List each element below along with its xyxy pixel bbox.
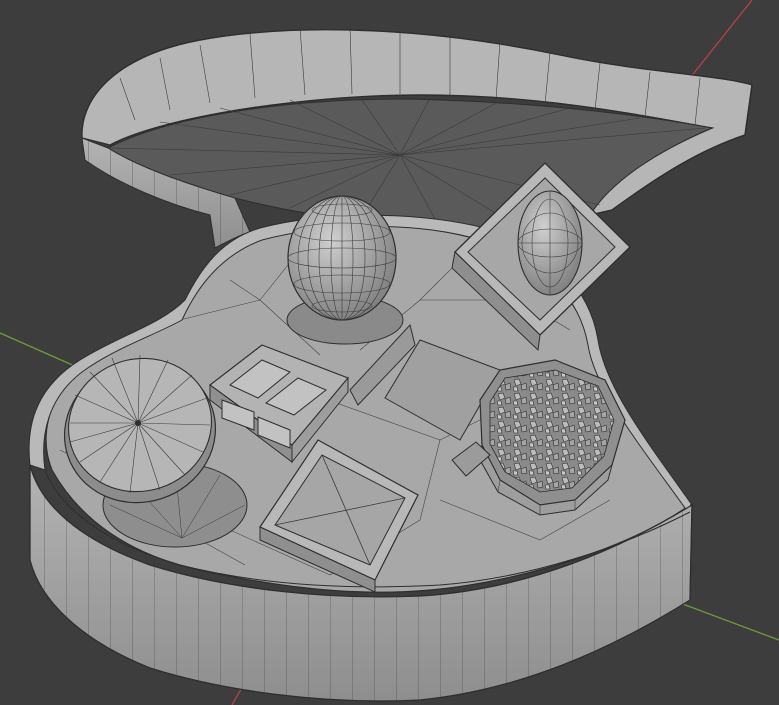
x-axis-line: [689, 0, 753, 79]
scene-render: [0, 0, 779, 705]
box-lid: [81, 26, 753, 249]
3d-viewport[interactable]: [0, 0, 779, 705]
y-axis-line-lower: [671, 599, 779, 641]
sphere-chocolate: [287, 195, 397, 321]
